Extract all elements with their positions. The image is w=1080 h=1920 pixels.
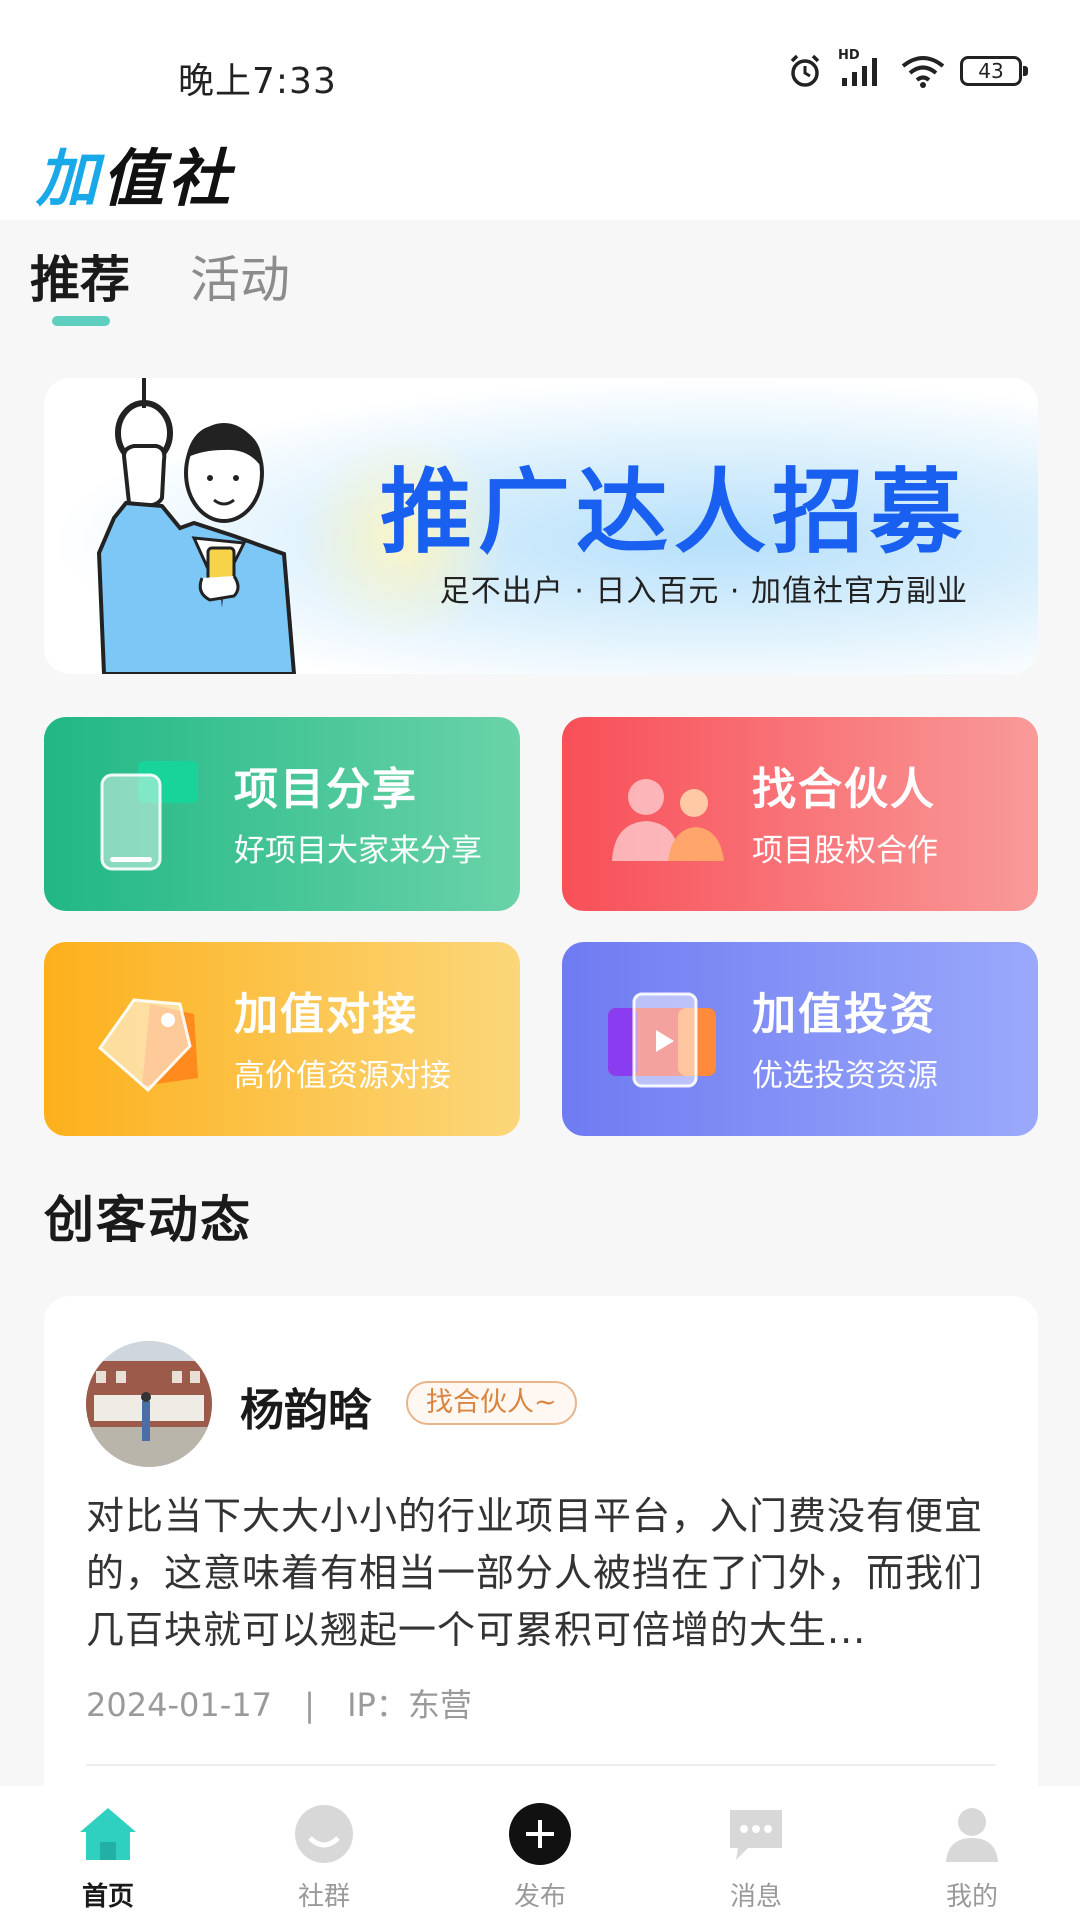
post-ip: IP：东营 (347, 1686, 472, 1724)
nav-home[interactable]: 首页 (0, 1786, 216, 1920)
status-bar: 晚上7:33 HD 43 (0, 0, 1080, 120)
feed-post[interactable]: 杨韵晗 找合伙人~ 对比当下大大小小的行业项目平台，入门费没有便宜的，这意味着有… (44, 1296, 1038, 1816)
phone-icon (100, 761, 198, 871)
nav-label: 我的 (945, 1882, 998, 1912)
feature-card-value-connect[interactable]: 加值对接 高价值资源对接 (44, 942, 520, 1136)
feature-subtitle: 项目股权合作 (752, 833, 938, 869)
signal-icon: HD (838, 48, 886, 90)
promo-banner[interactable]: 推广达人招募 足不出户 · 日入百元 · 加值社官方副业 (44, 378, 1038, 674)
banner-subtitle: 足不出户 · 日入百元 · 加值社官方副业 (439, 574, 968, 609)
feature-card-project-share[interactable]: 项目分享 好项目大家来分享 (44, 717, 520, 911)
nav-label: 发布 (513, 1882, 566, 1912)
feature-card-find-partner[interactable]: 找合伙人 项目股权合作 (562, 717, 1038, 911)
video-icon (608, 992, 716, 1088)
message-icon (730, 1810, 782, 1860)
logo-rest: 值社 (102, 142, 235, 215)
profile-icon (946, 1808, 998, 1862)
feature-title: 加值投资 (752, 989, 936, 1040)
community-icon (295, 1805, 353, 1863)
feature-subtitle: 优选投资资源 (752, 1058, 938, 1094)
feature-subtitle: 好项目大家来分享 (234, 833, 482, 869)
avatar[interactable] (86, 1341, 212, 1467)
wifi-icon (901, 56, 945, 88)
tab-recommend[interactable]: 推荐 (30, 240, 130, 326)
businessman-illustration (96, 378, 297, 674)
nav-publish[interactable]: 发布 (432, 1786, 648, 1920)
nav-messages[interactable]: 消息 (648, 1786, 864, 1920)
post-meta-separator: | (304, 1686, 315, 1724)
home-icon (80, 1808, 136, 1860)
nav-label: 消息 (729, 1882, 782, 1912)
status-time: 晚上7:33 (178, 61, 337, 102)
people-icon (612, 779, 724, 861)
tab-bar: 推荐 活动 (30, 240, 290, 326)
post-content[interactable]: 对比当下大大小小的行业项目平台，入门费没有便宜的，这意味着有相当一部分人被挡在了… (86, 1488, 996, 1659)
divider (86, 1764, 996, 1766)
bottom-nav: 首页 社群 发布 消息 我的 (0, 1786, 1080, 1920)
feature-title: 加值对接 (234, 989, 418, 1040)
status-icons: HD 43 (786, 48, 1028, 90)
nav-community[interactable]: 社群 (216, 1786, 432, 1920)
post-author[interactable]: 杨韵晗 (240, 1374, 372, 1438)
alarm-icon (790, 54, 820, 87)
tab-activity[interactable]: 活动 (190, 240, 290, 312)
app-logo: 加值社 (36, 128, 234, 218)
feature-title: 找合伙人 (752, 764, 936, 815)
post-date: 2024-01-17 (86, 1686, 272, 1724)
plus-icon (509, 1803, 571, 1865)
banner-title: 推广达人招募 (379, 459, 968, 566)
post-meta: 2024-01-17 | IP：东营 (86, 1680, 472, 1726)
post-tag-badge: 找合伙人~ (406, 1381, 577, 1425)
feature-subtitle: 高价值资源对接 (234, 1058, 451, 1094)
feature-card-value-invest[interactable]: 加值投资 优选投资资源 (562, 942, 1038, 1136)
app-header: 加值社 (0, 120, 1080, 220)
nav-label: 首页 (81, 1882, 134, 1912)
nav-label: 社群 (297, 1882, 350, 1912)
nav-profile[interactable]: 我的 (864, 1786, 1080, 1920)
logo-first-char: 加 (36, 142, 103, 215)
section-title: 创客动态 (44, 1191, 252, 1249)
feature-title: 项目分享 (234, 764, 418, 815)
tag-icon (97, 998, 198, 1093)
battery-indicator: 43 (960, 56, 1028, 86)
